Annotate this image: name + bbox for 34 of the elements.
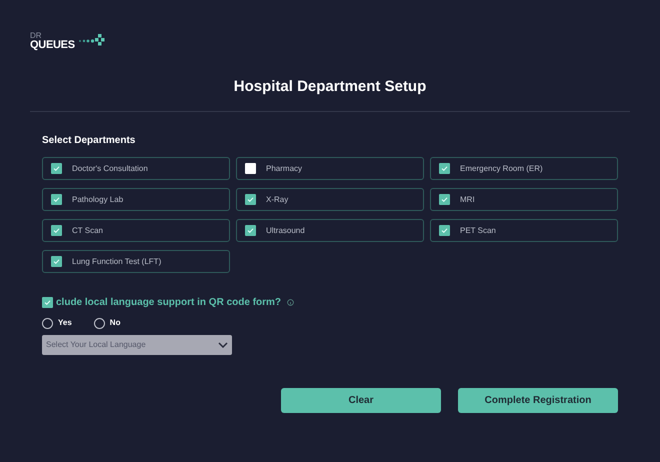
checkbox[interactable]: [51, 163, 62, 174]
checkbox[interactable]: [245, 225, 256, 236]
radio-button[interactable]: [94, 318, 105, 328]
section-label: Select Departments: [42, 135, 136, 146]
checkbox[interactable]: [51, 194, 62, 205]
page-title: Hospital Department Setup: [234, 78, 426, 95]
checkbox[interactable]: [245, 163, 256, 174]
department-option[interactable]: MRI: [430, 188, 618, 211]
logo-text: QUEUES: [30, 40, 75, 51]
radio-option[interactable]: No: [94, 317, 120, 329]
department-option[interactable]: Pathology Lab: [42, 188, 230, 211]
department-option[interactable]: Emergency Room (ER): [430, 157, 618, 180]
radio-option[interactable]: Yes: [42, 317, 72, 329]
department-option[interactable]: Lung Function Test (LFT): [42, 250, 230, 273]
chevron-down-icon: [218, 342, 228, 348]
checkbox[interactable]: [439, 194, 450, 205]
logo-text: DR: [30, 32, 43, 40]
question-label: clude local language support in QR code form?: [56, 296, 282, 310]
department-option[interactable]: CT Scan: [42, 219, 230, 242]
department-option[interactable]: Doctor's Consultation: [42, 157, 230, 180]
checkbox[interactable]: [439, 225, 450, 236]
department-option[interactable]: Ultrasound: [236, 219, 424, 242]
action-button[interactable]: Complete Registration: [458, 388, 618, 413]
department-option[interactable]: Pharmacy: [236, 157, 424, 180]
checkbox[interactable]: [439, 163, 450, 174]
checkbox[interactable]: [245, 194, 256, 205]
info-icon: [287, 299, 294, 306]
checkbox[interactable]: [51, 256, 62, 267]
checkbox[interactable]: [51, 225, 62, 236]
department-option[interactable]: PET Scan: [430, 219, 618, 242]
department-option[interactable]: X-Ray: [236, 188, 424, 211]
radio-button[interactable]: [42, 318, 53, 328]
action-button[interactable]: Clear: [281, 388, 441, 413]
checkbox[interactable]: [42, 297, 53, 308]
